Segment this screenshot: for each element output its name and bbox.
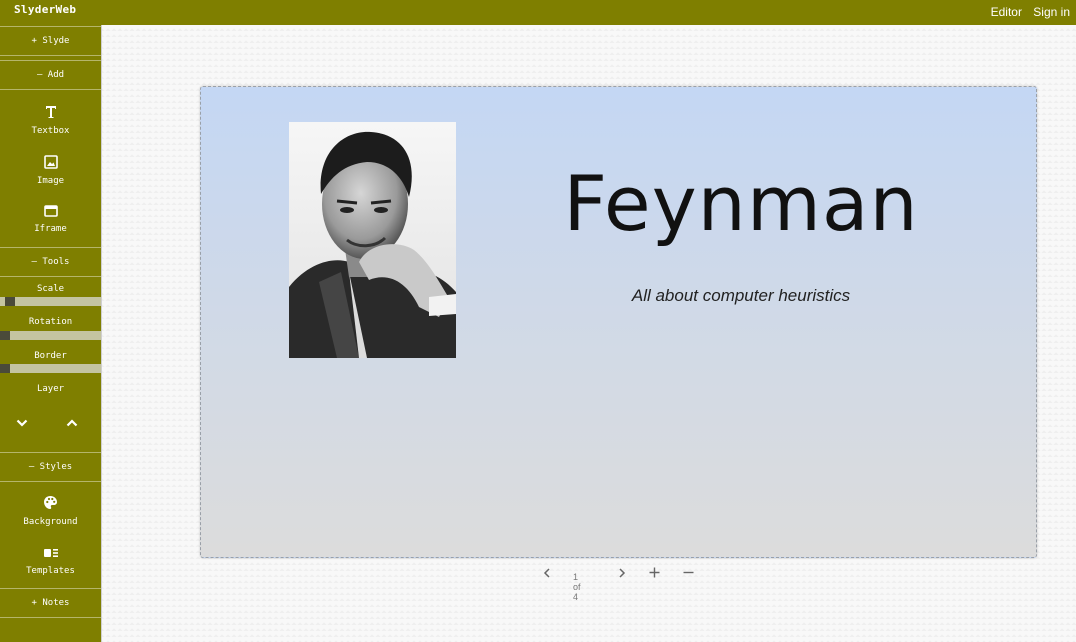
slide-title[interactable]: Feynman <box>531 159 951 248</box>
prev-slide-button[interactable] <box>543 565 551 583</box>
textbox-tool[interactable]: Textbox <box>0 105 101 136</box>
image-icon <box>0 155 101 172</box>
background-label: Background <box>23 517 78 527</box>
styles-section-toggle[interactable]: – Styles <box>0 452 101 482</box>
brand-logo[interactable]: SlyderWeb <box>14 3 76 16</box>
chevron-right-icon <box>619 568 626 578</box>
slide-subtitle[interactable]: All about computer heuristics <box>531 286 951 306</box>
tools-section-toggle[interactable]: – Tools <box>0 247 101 277</box>
top-bar: SlyderWeb Editor Sign in <box>0 0 1076 25</box>
slide-count: 1 of 4 <box>573 572 581 602</box>
textbox-icon <box>0 105 101 122</box>
add-slide-button[interactable] <box>649 565 660 583</box>
layer-label: Layer <box>36 384 65 394</box>
scale-label: Scale <box>36 284 65 294</box>
border-slider-thumb[interactable] <box>0 364 10 373</box>
plus-icon <box>649 567 660 578</box>
templates-label: Templates <box>26 566 75 576</box>
scale-slider-thumb[interactable] <box>5 297 15 306</box>
image-tool[interactable]: Image <box>0 155 101 186</box>
sidebar: + Slyde – Add Textbox Image Iframe – Too… <box>0 25 102 642</box>
scale-slider[interactable] <box>0 297 101 306</box>
sign-in-link[interactable]: Sign in <box>1033 5 1070 19</box>
remove-slide-button[interactable] <box>683 565 694 583</box>
background-tool[interactable]: Background <box>0 495 101 527</box>
slide-canvas[interactable]: Feynman All about computer heuristics <box>200 86 1037 558</box>
notes-section-toggle[interactable]: + Notes <box>0 588 101 618</box>
top-nav: Editor Sign in <box>983 5 1070 19</box>
iframe-tool[interactable]: Iframe <box>0 205 101 234</box>
iframe-icon <box>0 205 101 220</box>
palette-icon <box>0 495 101 513</box>
layer-down-button[interactable] <box>16 413 32 429</box>
minus-icon <box>683 571 694 574</box>
chevron-down-icon <box>16 419 28 427</box>
border-label: Border <box>34 351 67 361</box>
templates-tool[interactable]: Templates <box>0 547 101 576</box>
add-section-toggle[interactable]: – Add <box>0 60 101 90</box>
templates-icon <box>0 547 101 562</box>
chevron-left-icon <box>543 568 550 578</box>
image-label: Image <box>36 176 65 186</box>
rotation-label: Rotation <box>28 317 73 327</box>
chevron-up-icon <box>66 419 78 427</box>
rotation-slider[interactable] <box>0 331 101 340</box>
iframe-label: Iframe <box>34 224 67 234</box>
layer-up-button[interactable] <box>66 413 82 429</box>
textbox-label: Textbox <box>31 126 70 136</box>
rotation-slider-thumb[interactable] <box>0 331 10 340</box>
slyde-section-toggle[interactable]: + Slyde <box>0 26 101 56</box>
border-slider[interactable] <box>0 364 101 373</box>
editor-link[interactable]: Editor <box>991 5 1022 19</box>
next-slide-button[interactable] <box>618 565 626 583</box>
slide-image[interactable] <box>289 122 456 358</box>
